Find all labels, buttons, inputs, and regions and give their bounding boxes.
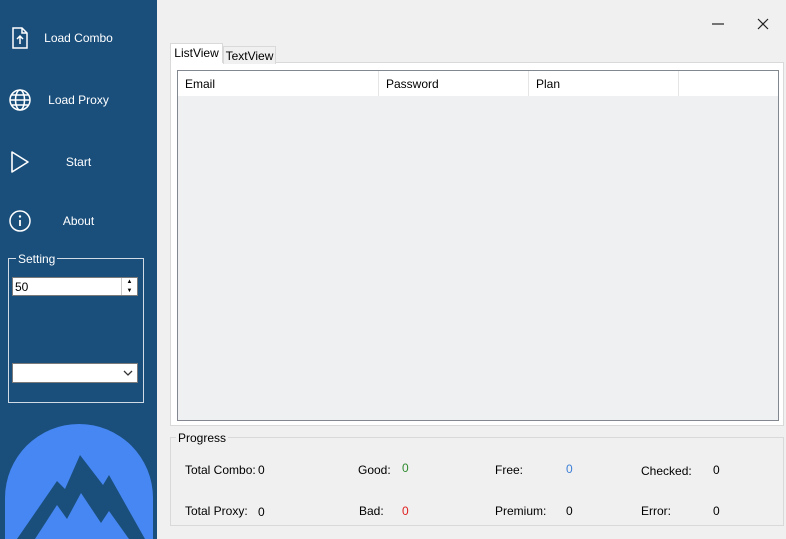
checked-label: Checked: bbox=[641, 464, 692, 478]
checked-value: 0 bbox=[713, 463, 720, 477]
column-header-email[interactable]: Email bbox=[178, 71, 379, 96]
column-header-empty[interactable] bbox=[679, 71, 778, 96]
about-label: About bbox=[62, 214, 95, 228]
sidebar: Load Combo Load Proxy Start About Settin… bbox=[0, 0, 157, 539]
load-proxy-label: Load Proxy bbox=[48, 93, 109, 107]
load-combo-button[interactable]: Load Combo bbox=[0, 18, 157, 58]
column-header-password[interactable]: Password bbox=[379, 71, 529, 96]
mountain-logo bbox=[5, 424, 153, 539]
progress-legend: Progress bbox=[176, 431, 229, 445]
listview-header: Email Password Plan bbox=[178, 71, 778, 96]
minimize-icon[interactable] bbox=[708, 14, 728, 34]
good-label: Good: bbox=[358, 463, 391, 477]
setting-legend: Setting bbox=[16, 252, 58, 266]
chevron-down-icon[interactable] bbox=[122, 367, 134, 379]
stepper-down-button[interactable]: ▼ bbox=[122, 287, 137, 295]
stepper-buttons: ▲ ▼ bbox=[121, 278, 137, 295]
load-combo-label: Load Combo bbox=[44, 31, 113, 45]
error-label: Error: bbox=[641, 504, 671, 518]
threads-stepper[interactable]: 50 ▲ ▼ bbox=[12, 277, 138, 296]
bad-value: 0 bbox=[402, 504, 409, 518]
good-value: 0 bbox=[402, 461, 409, 475]
load-proxy-button[interactable]: Load Proxy bbox=[0, 80, 157, 120]
total-proxy-value: 0 bbox=[258, 505, 265, 519]
error-value: 0 bbox=[713, 504, 720, 518]
settings-dropdown[interactable] bbox=[12, 363, 138, 383]
free-label: Free: bbox=[495, 463, 524, 477]
stepper-up-button[interactable]: ▲ bbox=[122, 278, 137, 286]
total-combo-label: Total Combo: bbox=[185, 463, 256, 477]
bad-label: Bad: bbox=[359, 504, 384, 518]
total-proxy-label: Total Proxy: bbox=[185, 504, 248, 518]
free-value: 0 bbox=[566, 462, 573, 476]
premium-label: Premium: bbox=[495, 504, 547, 518]
about-button[interactable]: About bbox=[0, 201, 157, 241]
start-label: Start bbox=[65, 155, 92, 169]
column-header-plan[interactable]: Plan bbox=[529, 71, 679, 96]
tab-listview[interactable]: ListView bbox=[170, 43, 223, 63]
start-button[interactable]: Start bbox=[0, 142, 157, 182]
close-icon[interactable] bbox=[753, 14, 773, 34]
tab-textview[interactable]: TextView bbox=[223, 46, 276, 64]
results-listview[interactable]: Email Password Plan bbox=[177, 70, 779, 421]
threads-value[interactable]: 50 bbox=[15, 280, 28, 294]
total-combo-value: 0 bbox=[258, 463, 265, 477]
premium-value: 0 bbox=[566, 504, 573, 518]
